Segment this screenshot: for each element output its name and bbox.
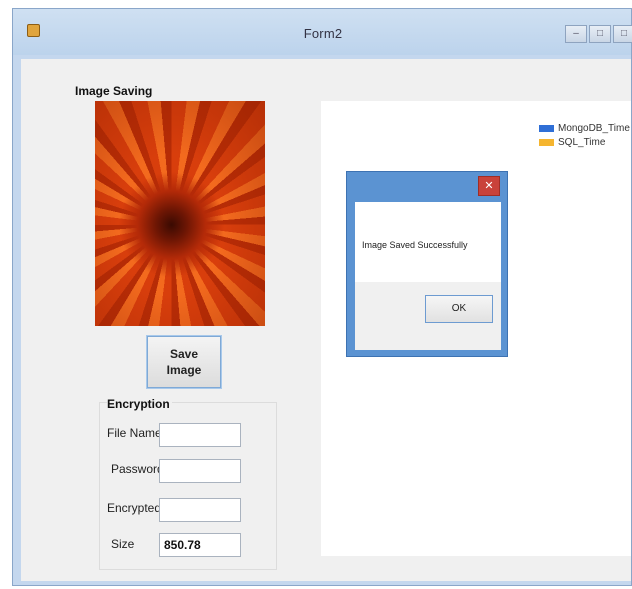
main-window: Form2 – □ □ Image Saving Save Image Encr… <box>12 8 632 586</box>
file-name-label: File Name <box>107 426 162 440</box>
legend-item-sql: SQL_Time <box>539 135 630 149</box>
minimize-button[interactable]: – <box>565 25 587 43</box>
window-title: Form2 <box>303 26 343 41</box>
legend-label-sql: SQL_Time <box>558 136 606 148</box>
encrypted-label: Encrypted <box>107 501 162 515</box>
image-preview-shade <box>95 101 265 326</box>
legend-swatch-sql <box>539 138 554 146</box>
chart-legend: MongoDB_Time SQL_Time <box>539 121 630 149</box>
ok-button[interactable]: OK <box>425 295 493 323</box>
dialog-message: Image Saved Successfully <box>362 240 468 250</box>
window-controls: – □ □ <box>563 25 632 43</box>
legend-label-mongodb: MongoDB_Time <box>558 122 630 134</box>
dialog-close-button[interactable]: ✕ <box>478 176 500 196</box>
encrypted-input[interactable] <box>159 498 241 522</box>
file-name-input[interactable] <box>159 423 241 447</box>
size-input[interactable] <box>159 533 241 557</box>
legend-swatch-mongodb <box>539 124 554 132</box>
image-saving-label: Image Saving <box>75 84 153 98</box>
title-bar[interactable]: Form2 – □ □ <box>13 9 632 55</box>
encryption-label: Encryption <box>107 397 172 411</box>
message-dialog: ✕ Image Saved Successfully OK <box>346 171 508 357</box>
password-input[interactable] <box>159 459 241 483</box>
size-label: Size <box>111 537 135 551</box>
close-button[interactable]: □ <box>613 25 632 43</box>
dialog-footer: OK <box>355 282 501 350</box>
dialog-body: Image Saved Successfully OK <box>355 202 501 350</box>
save-image-button[interactable]: Save Image <box>146 335 222 389</box>
password-label: Password <box>111 462 164 476</box>
maximize-button[interactable]: □ <box>589 25 611 43</box>
legend-item-mongodb: MongoDB_Time <box>539 121 630 135</box>
form-client-area: Image Saving Save Image Encryption File … <box>21 59 631 581</box>
